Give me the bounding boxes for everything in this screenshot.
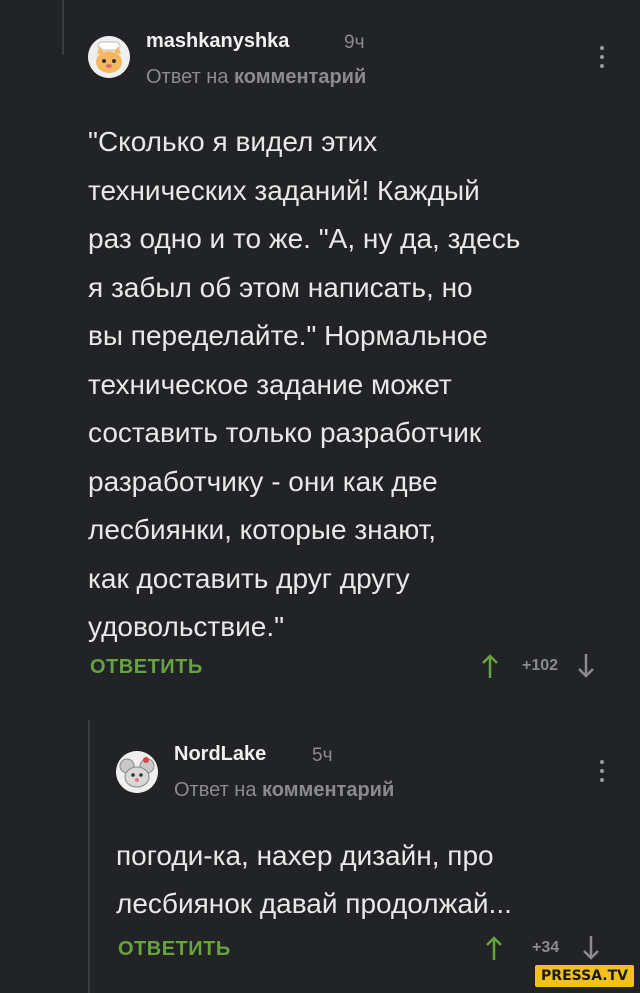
downvote-icon[interactable] bbox=[576, 652, 596, 680]
more-options-icon[interactable] bbox=[598, 760, 606, 782]
reply-button[interactable]: ОТВЕТИТЬ bbox=[118, 938, 231, 961]
reply-meta: Ответ на комментарий bbox=[174, 779, 394, 802]
cat-chef-avatar-icon bbox=[88, 36, 130, 78]
comment-text: погоди-ка, нахер дизайн, про лесбиянок д… bbox=[116, 840, 512, 919]
reply-meta: Ответ на комментарий bbox=[146, 66, 366, 89]
downvote-icon[interactable] bbox=[581, 934, 601, 962]
reply-target-link[interactable]: комментарий bbox=[234, 66, 366, 88]
comment-username[interactable]: NordLake bbox=[174, 743, 266, 766]
comment-time: 9ч bbox=[344, 32, 365, 53]
vote-controls: +34 bbox=[484, 934, 601, 962]
reply-prefix: Ответ на bbox=[146, 66, 229, 88]
vote-controls: +102 bbox=[480, 652, 596, 680]
vote-score: +34 bbox=[532, 939, 560, 956]
comment-username[interactable]: mashkanyshka bbox=[146, 30, 289, 53]
watermark-logo: PRESSA.TV bbox=[535, 965, 634, 987]
mouse-avatar-icon bbox=[116, 751, 158, 793]
avatar[interactable] bbox=[116, 751, 158, 793]
thread-line-root bbox=[62, 0, 64, 55]
upvote-icon[interactable] bbox=[480, 652, 500, 680]
reply-prefix: Ответ на bbox=[174, 779, 257, 801]
comment-text: "Сколько я видел этих технических задани… bbox=[88, 126, 521, 642]
thread-line-nested bbox=[88, 720, 90, 993]
reply-button[interactable]: ОТВЕТИТЬ bbox=[90, 656, 203, 679]
more-options-icon[interactable] bbox=[598, 46, 606, 68]
avatar[interactable] bbox=[88, 36, 130, 78]
upvote-icon[interactable] bbox=[484, 934, 504, 962]
reply-target-link[interactable]: комментарий bbox=[262, 779, 394, 801]
comment-time: 5ч bbox=[312, 745, 333, 766]
vote-score: +102 bbox=[522, 657, 559, 674]
